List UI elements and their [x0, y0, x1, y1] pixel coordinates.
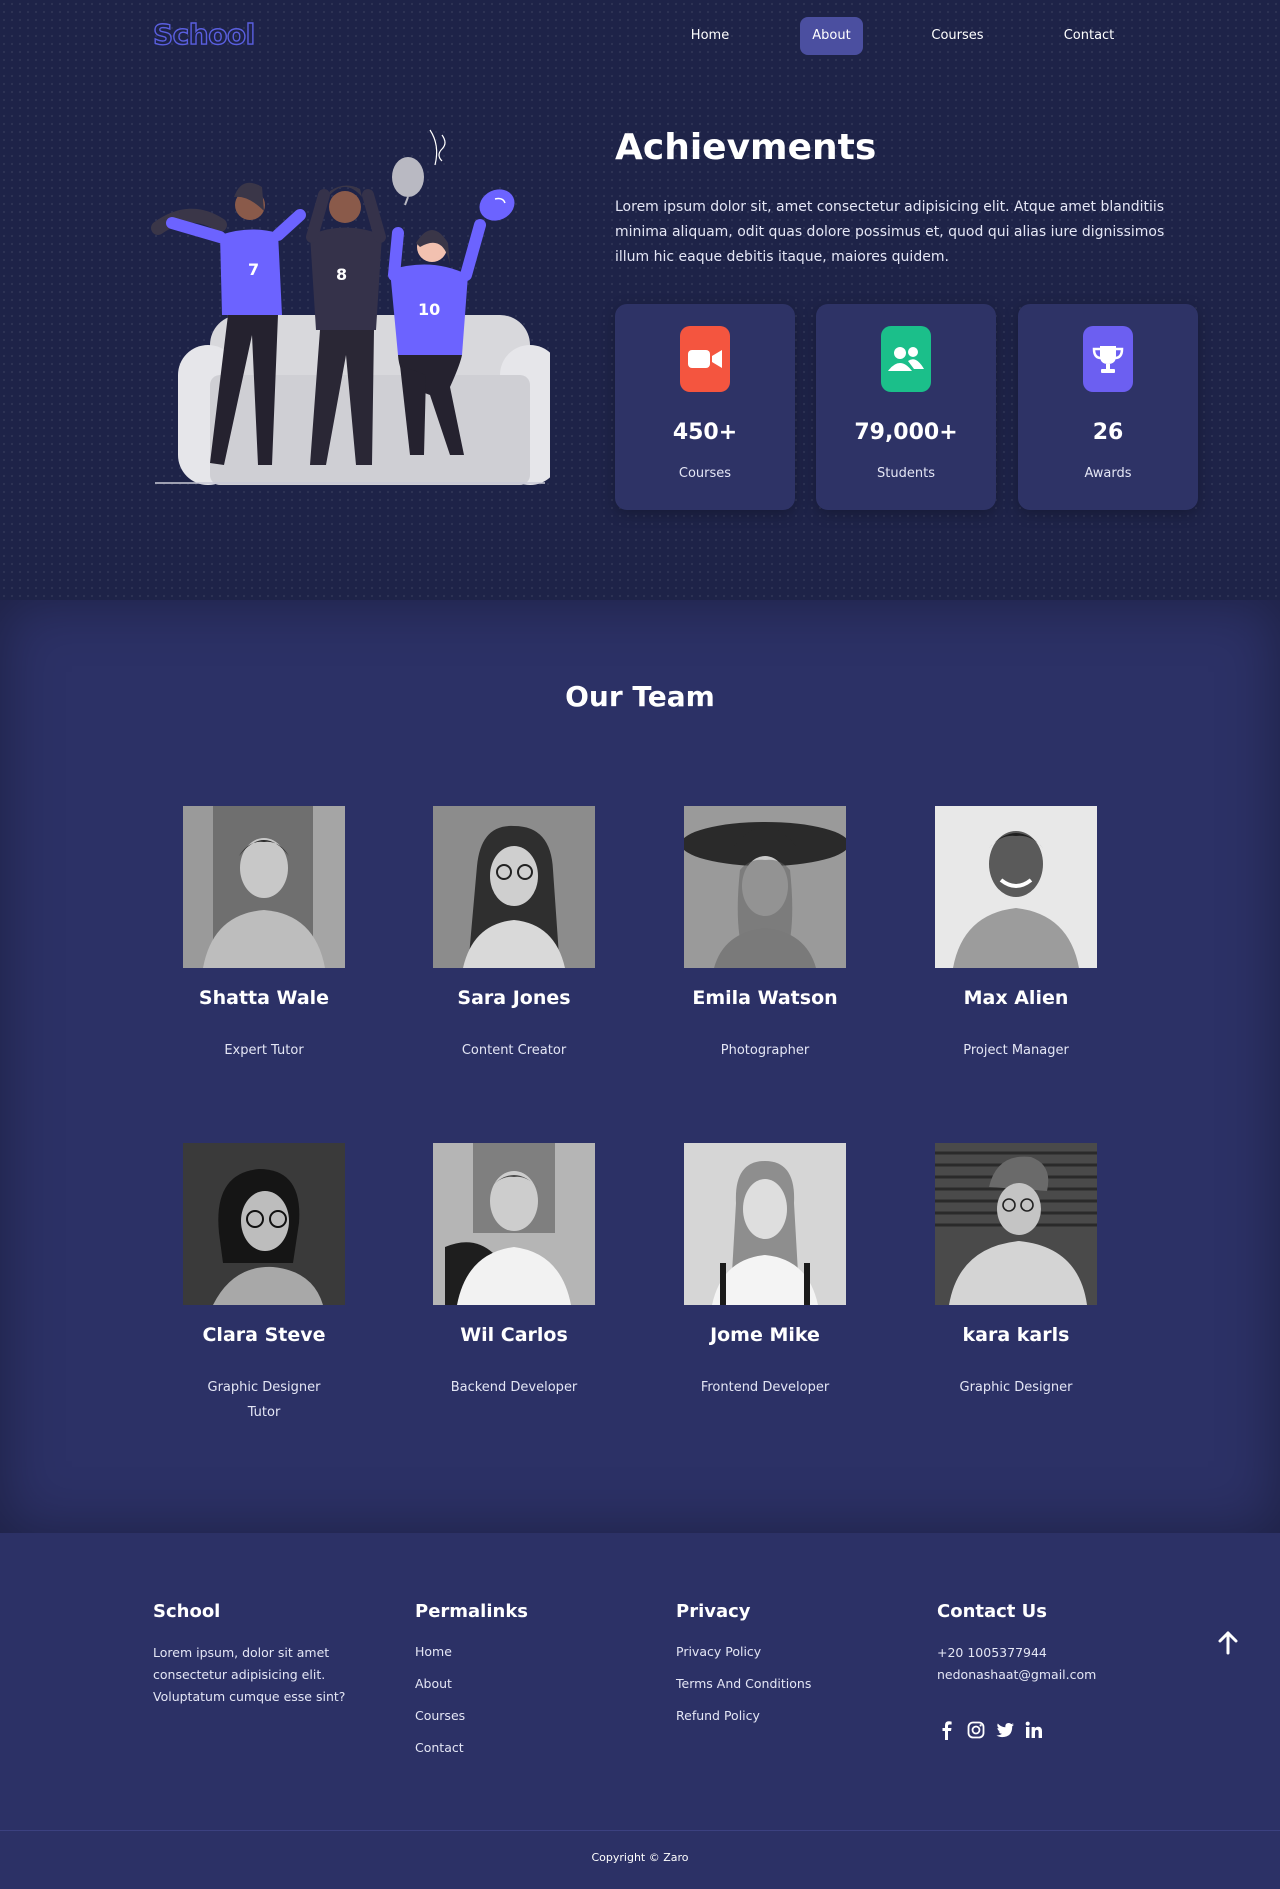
- jersey-number-10: 10: [418, 300, 440, 319]
- footer-link-about[interactable]: About: [415, 1674, 528, 1706]
- jersey-number-8: 8: [336, 265, 347, 284]
- celebration-illustration: 7 8 10: [151, 129, 550, 485]
- member-photo: [684, 806, 846, 968]
- member-photo: [684, 1143, 846, 1305]
- member-name: Emila Watson: [692, 987, 838, 1009]
- member-role: Expert Tutor: [224, 1043, 304, 1058]
- nav-link-home[interactable]: Home: [680, 17, 740, 55]
- footer-school-text: Lorem ipsum, dolor sit amet consectetur …: [153, 1645, 346, 1704]
- footer-link-home[interactable]: Home: [415, 1642, 528, 1674]
- footer-school-column: School Lorem ipsum, dolor sit amet conse…: [153, 1601, 353, 1708]
- member-name: Shatta Wale: [198, 987, 330, 1009]
- instagram-icon[interactable]: [966, 1720, 986, 1740]
- footer-link-courses[interactable]: Courses: [415, 1706, 528, 1738]
- member-name: Sara Jones: [457, 987, 571, 1009]
- member-role: Graphic Designer Tutor: [207, 1380, 321, 1420]
- stat-card-courses: 450+ Courses: [615, 304, 795, 510]
- member-photo: [433, 1143, 595, 1305]
- footer-phone: +20 1005377944: [937, 1645, 1047, 1660]
- footer-link-privacy-policy[interactable]: Privacy Policy: [676, 1642, 811, 1674]
- team-member-card: Jome Mike Frontend Developer: [626, 1143, 876, 1443]
- linkedin-icon[interactable]: [1024, 1720, 1044, 1740]
- team-member-card: Emila Watson Photographer: [626, 806, 876, 1106]
- hero-section: School Home About Courses Contact 7 8 10…: [0, 0, 1280, 600]
- footer-contact-column: Contact Us +20 1005377944 nedonashaat@gm…: [937, 1601, 1137, 1686]
- trophy-icon: [1083, 326, 1133, 392]
- stat-card-students: 79,000+ Students: [816, 304, 996, 510]
- footer-privacy-column: Privacy Privacy Policy Terms And Conditi…: [676, 1601, 811, 1738]
- footer-heading: Permalinks: [415, 1601, 529, 1622]
- member-photo: [935, 1143, 1097, 1305]
- achievements-text: Lorem ipsum dolor sit, amet consectetur …: [615, 199, 1165, 265]
- footer-link-contact[interactable]: Contact: [415, 1738, 528, 1770]
- nav-links: Home About Courses Contact: [0, 17, 1280, 55]
- users-icon: [881, 326, 931, 392]
- footer-heading: Privacy: [676, 1601, 751, 1622]
- scroll-to-top-button[interactable]: [1214, 1629, 1242, 1657]
- team-member-card: Wil Carlos Backend Developer: [375, 1143, 625, 1443]
- nav-link-courses[interactable]: Courses: [925, 17, 990, 55]
- team-member-card: kara karls Graphic Designer: [877, 1143, 1127, 1443]
- member-role: Content Creator: [461, 1043, 567, 1058]
- stat-label: Courses: [678, 466, 732, 481]
- footer-email[interactable]: nedonashaat@gmail.com: [937, 1664, 1137, 1686]
- team-member-card: Shatta Wale Expert Tutor: [125, 806, 375, 1106]
- footer-link-terms[interactable]: Terms And Conditions: [676, 1674, 811, 1706]
- video-camera-icon: [680, 326, 730, 392]
- member-name: Clara Steve: [202, 1324, 326, 1346]
- nav-link-about[interactable]: About: [800, 17, 863, 55]
- copyright-text: Copyright © Zaro: [591, 1851, 689, 1864]
- member-photo: [183, 1143, 345, 1305]
- member-role: Backend Developer: [450, 1380, 578, 1395]
- balloon-grey: [392, 157, 424, 197]
- member-photo: [433, 806, 595, 968]
- member-role: Photographer: [720, 1043, 810, 1058]
- jersey-number-7: 7: [248, 260, 259, 279]
- member-name: Max Alien: [963, 987, 1069, 1009]
- footer-heading: Contact Us: [937, 1601, 1048, 1622]
- achievements-title: Achievments: [615, 127, 877, 168]
- member-role: Graphic Designer: [959, 1380, 1073, 1395]
- member-name: Wil Carlos: [460, 1324, 568, 1346]
- team-member-card: Max Alien Project Manager: [877, 806, 1127, 1106]
- stat-label: Students: [877, 466, 935, 481]
- nav-link-contact[interactable]: Contact: [1055, 17, 1123, 55]
- team-section: Our Team Shatta Wale Expert Tutor Sara J…: [0, 600, 1280, 1533]
- team-member-card: Sara Jones Content Creator: [375, 806, 625, 1106]
- stat-label: Awards: [1084, 466, 1132, 481]
- navbar: School Home About Courses Contact: [0, 0, 1280, 72]
- team-member-card: Clara Steve Graphic Designer Tutor: [125, 1143, 375, 1443]
- stat-value: 26: [1092, 420, 1124, 445]
- member-photo: [935, 806, 1097, 968]
- stat-value: 79,000+: [854, 420, 958, 445]
- facebook-icon[interactable]: [937, 1720, 957, 1740]
- member-photo: [183, 806, 345, 968]
- member-role: Frontend Developer: [700, 1380, 830, 1395]
- copyright-bar: Copyright © Zaro: [0, 1830, 1280, 1889]
- member-name: Jome Mike: [710, 1324, 820, 1346]
- member-name: kara karls: [962, 1324, 1070, 1346]
- footer-link-refund-policy[interactable]: Refund Policy: [676, 1706, 811, 1738]
- team-title: Our Team: [565, 680, 715, 713]
- stat-card-awards: 26 Awards: [1018, 304, 1198, 510]
- footer-heading: School: [153, 1601, 221, 1622]
- footer-permalinks-column: Permalinks Home About Courses Contact: [415, 1601, 528, 1770]
- twitter-icon[interactable]: [995, 1720, 1015, 1740]
- member-role: Project Manager: [963, 1043, 1069, 1058]
- stat-value: 450+: [672, 420, 738, 445]
